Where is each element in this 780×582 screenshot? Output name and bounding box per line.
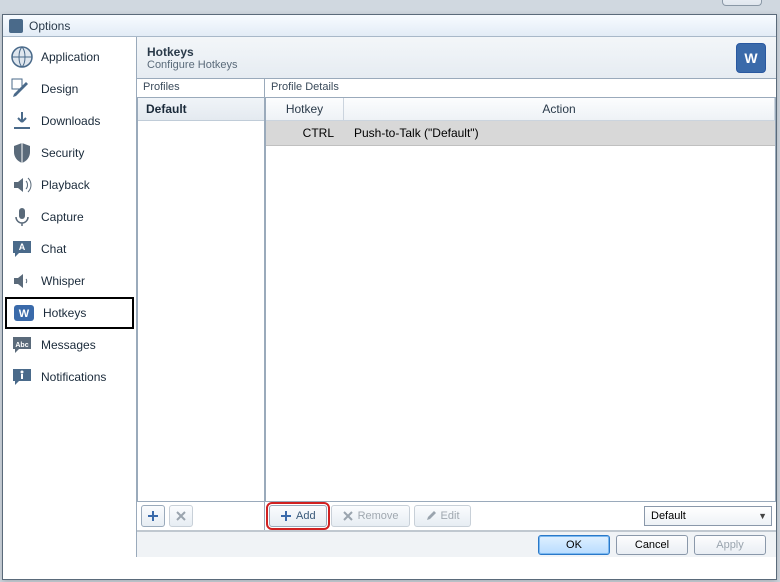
sidebar-item-application[interactable]: Application (5, 41, 134, 73)
remove-button[interactable]: Remove (331, 505, 410, 527)
sidebar-item-security[interactable]: Security (5, 137, 134, 169)
window-close-button[interactable]: ✕ (722, 0, 762, 6)
table-header: Hotkey Action (266, 98, 775, 121)
whisper-icon (9, 268, 35, 294)
messages-icon: Abc (9, 332, 35, 358)
download-icon (9, 108, 35, 134)
sidebar-item-label: Security (41, 146, 84, 160)
hotkeys-badge-icon: W (736, 43, 766, 73)
titlebar: Options (3, 15, 776, 37)
apply-button[interactable]: Apply (694, 535, 766, 555)
table-row[interactable]: CTRL Push-to-Talk ("Default") (266, 121, 775, 146)
profiles-toolbar (137, 502, 264, 530)
svg-text:A: A (19, 242, 26, 252)
sidebar-item-label: Notifications (41, 370, 106, 384)
edit-button[interactable]: Edit (414, 505, 471, 527)
chat-icon: A (9, 236, 35, 262)
plus-icon (280, 510, 292, 522)
details-label: Profile Details (265, 79, 776, 97)
chevron-down-icon: ▼ (758, 511, 767, 521)
main-panel: Hotkeys Configure Hotkeys W Profiles Def… (137, 37, 776, 557)
cancel-button[interactable]: Cancel (616, 535, 688, 555)
sidebar-item-label: Chat (41, 242, 66, 256)
col-hotkey[interactable]: Hotkey (266, 98, 344, 120)
sidebar-item-label: Downloads (41, 114, 100, 128)
ok-button[interactable]: OK (538, 535, 610, 555)
details-table: Hotkey Action CTRL Push-to-Talk ("Defaul… (265, 97, 776, 502)
profile-row[interactable]: Default (138, 98, 264, 121)
cell-hotkey: CTRL (266, 121, 344, 145)
section-header: Hotkeys Configure Hotkeys W (137, 37, 776, 79)
cell-action: Push-to-Talk ("Default") (344, 121, 775, 145)
profile-remove-button[interactable] (169, 505, 193, 527)
x-icon (175, 510, 187, 522)
sidebar-item-label: Messages (41, 338, 96, 352)
profile-dropdown[interactable]: Default ▼ (644, 506, 772, 526)
sidebar-item-label: Playback (41, 178, 90, 192)
window-title: Options (29, 19, 70, 33)
sidebar-item-label: Hotkeys (43, 306, 86, 320)
add-button[interactable]: Add (269, 505, 327, 527)
dialog-footer: OK Cancel Apply (137, 531, 776, 557)
details-column: Profile Details Hotkey Action CTRL Push-… (265, 79, 776, 530)
pencil-icon (9, 76, 35, 102)
speaker-icon (9, 172, 35, 198)
pencil-icon (425, 510, 437, 522)
profile-add-button[interactable] (141, 505, 165, 527)
sidebar-item-notifications[interactable]: Notifications (5, 361, 134, 393)
profiles-list[interactable]: Default (137, 97, 264, 502)
globe-icon (9, 44, 35, 70)
sidebar-item-whisper[interactable]: Whisper (5, 265, 134, 297)
sidebar-item-playback[interactable]: Playback (5, 169, 134, 201)
sidebar-item-design[interactable]: Design (5, 73, 134, 105)
sidebar: Application Design Downloads Security Pl… (3, 37, 137, 557)
profiles-label: Profiles (137, 79, 264, 97)
section-title: Hotkeys (147, 45, 238, 59)
sidebar-item-downloads[interactable]: Downloads (5, 105, 134, 137)
sidebar-item-hotkeys[interactable]: W Hotkeys (5, 297, 134, 329)
x-icon (342, 510, 354, 522)
sidebar-item-capture[interactable]: Capture (5, 201, 134, 233)
sidebar-item-label: Application (41, 50, 100, 64)
sidebar-item-label: Whisper (41, 274, 85, 288)
key-icon: W (11, 300, 37, 326)
svg-text:Abc: Abc (15, 342, 28, 349)
options-window: Options Application Design Downloads Sec… (2, 14, 777, 580)
sidebar-item-messages[interactable]: Abc Messages (5, 329, 134, 361)
sidebar-item-label: Design (41, 82, 78, 96)
profiles-column: Profiles Default (137, 79, 265, 530)
app-icon (9, 19, 23, 33)
svg-text:W: W (19, 308, 30, 320)
plus-icon (147, 510, 159, 522)
details-toolbar: Add Remove Edit Default ▼ (265, 502, 776, 530)
shield-icon (9, 140, 35, 166)
info-icon (9, 364, 35, 390)
col-action[interactable]: Action (344, 98, 775, 120)
microphone-icon (9, 204, 35, 230)
sidebar-item-chat[interactable]: A Chat (5, 233, 134, 265)
section-subtitle: Configure Hotkeys (147, 59, 238, 71)
dropdown-value: Default (651, 510, 686, 522)
sidebar-item-label: Capture (41, 210, 84, 224)
